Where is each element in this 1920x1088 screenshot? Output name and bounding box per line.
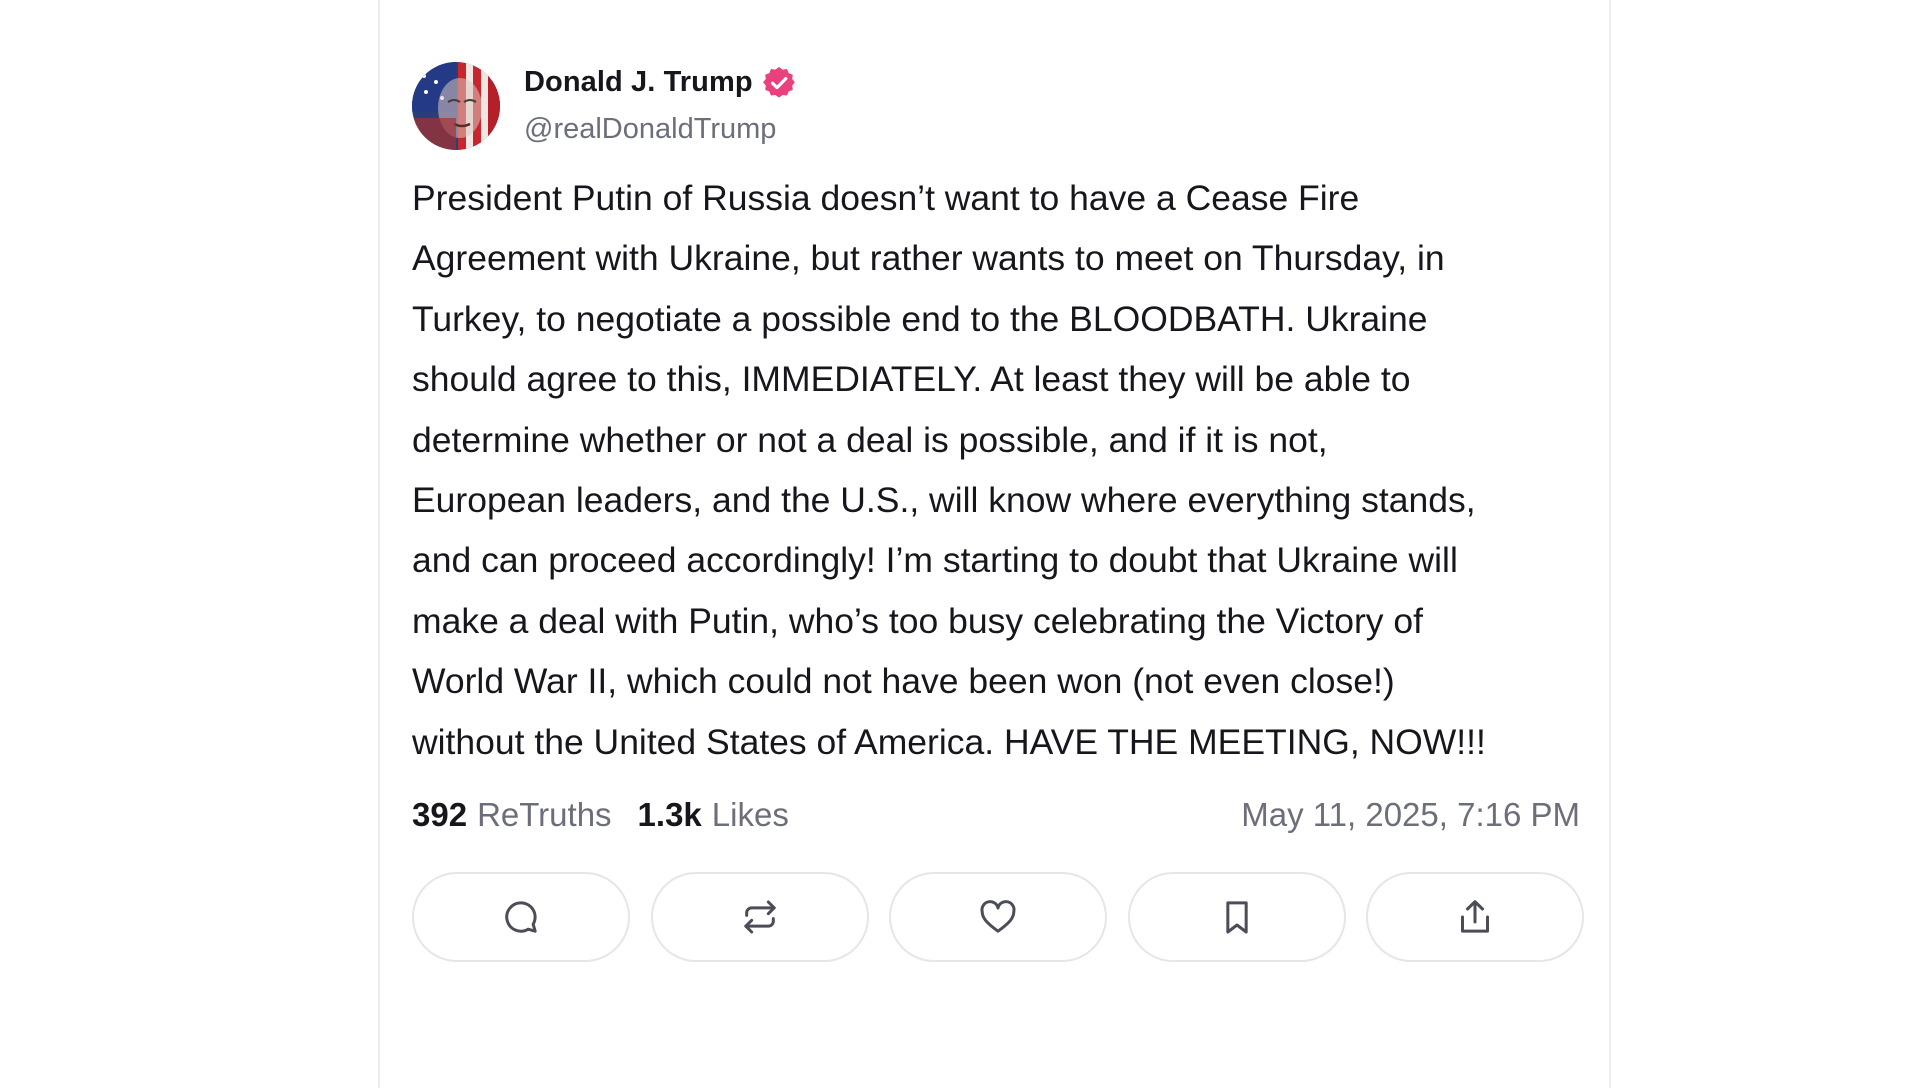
retruth-button[interactable] bbox=[650, 872, 869, 962]
retruth-icon bbox=[743, 900, 776, 934]
action-bar bbox=[412, 872, 1584, 966]
reply-button[interactable] bbox=[412, 872, 630, 962]
share-button[interactable] bbox=[1366, 872, 1584, 962]
retruths-count: 392 bbox=[412, 796, 468, 833]
post-card: Donald J. Trump @realDonaldTrump Preside… bbox=[378, 0, 1611, 1088]
verified-badge-icon bbox=[762, 66, 795, 99]
avatar-image bbox=[412, 62, 500, 150]
likes-count: 1.3k bbox=[637, 796, 702, 833]
post-timestamp[interactable]: May 11, 2025, 7:16 PM bbox=[1241, 796, 1580, 834]
bookmark-button[interactable] bbox=[1127, 872, 1346, 962]
avatar[interactable] bbox=[412, 62, 500, 150]
share-icon bbox=[1461, 900, 1489, 933]
likes-stat[interactable]: 1.3k Likes bbox=[638, 796, 789, 834]
post-stats: 392 ReTruths 1.3k Likes May 11, 2025, 7:16… bbox=[412, 793, 1580, 837]
name-row: Donald J. Trump bbox=[524, 66, 795, 99]
post-body-text: President Putin of Russia doesn’t want t… bbox=[412, 178, 1486, 762]
like-button[interactable] bbox=[889, 872, 1107, 962]
likes-label: Likes bbox=[711, 796, 789, 833]
reply-icon bbox=[505, 901, 537, 933]
retruths-stat[interactable]: 392 ReTruths bbox=[412, 796, 612, 834]
post-header: Donald J. Trump @realDonaldTrump bbox=[412, 60, 795, 152]
author-display-name[interactable]: Donald J. Trump bbox=[524, 66, 753, 99]
author-names: Donald J. Trump @realDonaldTrump bbox=[524, 66, 795, 146]
bookmark-icon bbox=[1225, 901, 1248, 934]
retruths-label: ReTruths bbox=[477, 796, 612, 833]
author-handle[interactable]: @realDonaldTrump bbox=[524, 113, 795, 146]
like-heart-icon bbox=[980, 900, 1016, 933]
